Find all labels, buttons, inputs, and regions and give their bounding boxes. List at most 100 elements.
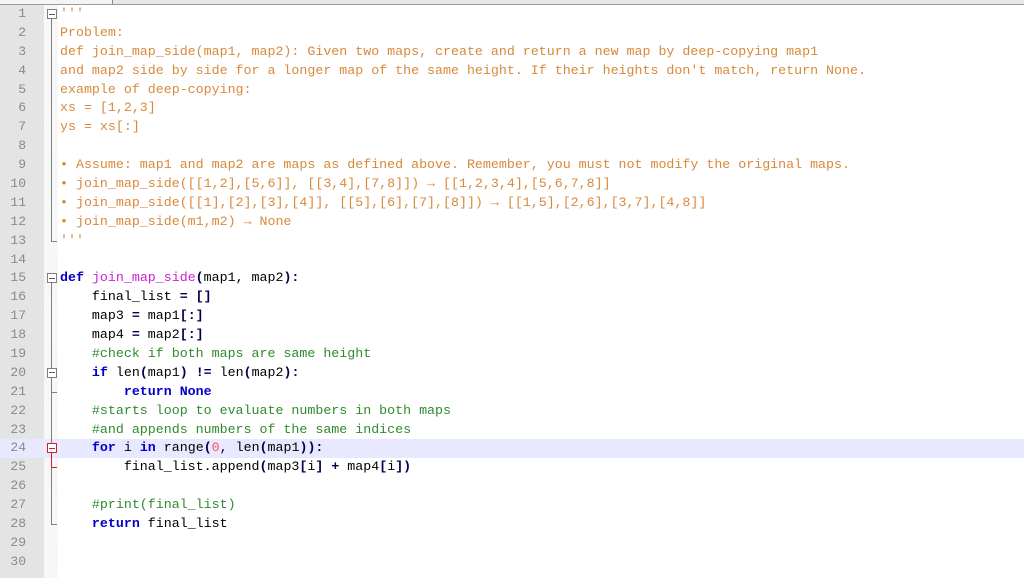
code-text: ''' [60, 232, 84, 251]
fold-line [45, 175, 57, 194]
docstring-token: ys = xs[:] [60, 119, 140, 135]
code-line[interactable]: 25 final_list.append(map3[i] + map4[i]) [0, 458, 1024, 478]
docstring-token: def join_map_side(map1, map2): Given two… [60, 43, 819, 59]
fold-line [45, 477, 57, 497]
code-text: def join_map_side(map1, map2): Given two… [60, 43, 818, 62]
code-line[interactable]: 29 [0, 534, 1024, 553]
code-line[interactable]: 21 return None [0, 382, 1024, 402]
fold-line [45, 345, 57, 364]
code-text: Problem: [60, 24, 124, 43]
code-text: map3 = map1[:] [60, 307, 204, 326]
line-number: 9 [18, 157, 26, 173]
fold-line [45, 288, 57, 308]
code-line[interactable]: 15 def join_map_side(map1, map2): [0, 269, 1024, 299]
code-text: and map2 side by side for a longer map o… [60, 62, 866, 81]
line-number: 6 [18, 100, 26, 116]
code-token: map1 [267, 440, 300, 456]
line-number: 4 [18, 62, 26, 78]
fold-line [45, 61, 57, 81]
code-line[interactable]: 14 [0, 251, 1024, 270]
fold-toggle-icon[interactable] [45, 363, 57, 383]
fold-line [45, 212, 57, 232]
line-number: 20 [10, 364, 26, 380]
line-number: 22 [10, 402, 26, 418]
code-token: i [387, 459, 396, 475]
code-token: ): [283, 270, 300, 286]
code-token: i [115, 440, 140, 456]
line-number: 23 [10, 421, 26, 437]
line-number: 12 [10, 213, 26, 229]
code-editor[interactable]: 1 ''' 2 Problem: 3 def join_map_side(map1, ma… [0, 5, 1024, 572]
line-number: 10 [10, 176, 26, 192]
code-line[interactable]: 9 • Assume: map1 and map2 are maps as def… [0, 156, 1024, 176]
fold-toggle-icon[interactable] [45, 439, 57, 459]
comment-token: #print(final_list) [60, 497, 236, 513]
code-line[interactable]: 16 final_list = [] [0, 288, 1024, 308]
code-line[interactable]: 1 ''' [0, 5, 1024, 34]
code-token: len [107, 364, 140, 380]
code-line[interactable]: 30 [0, 553, 1024, 572]
code-line[interactable]: 22 #starts loop to evaluate numbers in b… [0, 401, 1024, 421]
code-token: final_list.append [60, 459, 260, 475]
docstring-token: ''' [60, 232, 84, 248]
fold-line [45, 401, 57, 421]
fold-line [45, 99, 57, 119]
code-line[interactable]: 5 example of deep-copying: [0, 80, 1024, 100]
code-token: len [211, 364, 244, 380]
code-text: #starts loop to evaluate numbers in both… [60, 402, 451, 421]
code-line[interactable]: 26 [0, 477, 1024, 497]
code-text: ys = xs[:] [60, 118, 140, 137]
fold-line [45, 42, 57, 62]
line-number: 13 [10, 232, 26, 248]
code-text: def join_map_side(map1, map2): [60, 269, 299, 288]
line-number: 30 [10, 553, 26, 569]
fold-toggle-icon[interactable] [45, 5, 57, 34]
line-number: 26 [10, 478, 26, 494]
fold-toggle-icon[interactable] [45, 269, 57, 299]
fold-line [45, 458, 57, 478]
fold-line [45, 231, 57, 251]
code-line[interactable]: 13 ''' [0, 231, 1024, 251]
fold-line [45, 193, 57, 213]
code-text: ''' [60, 5, 84, 24]
code-line[interactable]: 2 Problem: [0, 23, 1024, 43]
code-token: final_list [60, 289, 180, 305]
code-line[interactable]: 28 return final_list [0, 515, 1024, 534]
code-line[interactable]: 20 if len(map1) != len(map2): [0, 363, 1024, 383]
code-line[interactable]: 23 #and appends numbers of the same indi… [0, 420, 1024, 440]
docstring-token: xs = [1,2,3] [60, 100, 156, 116]
code-token: [:] [179, 308, 204, 324]
code-text: #print(final_list) [60, 496, 236, 515]
code-token: ( [139, 364, 148, 380]
comment-token: #check if both maps are same height [60, 346, 372, 362]
docstring-token: and map2 side by side for a longer map o… [60, 62, 866, 78]
code-line[interactable]: 11 • join_map_side([[1],[2],[3],[4]], [[5… [0, 193, 1024, 213]
code-line[interactable]: 6 xs = [1,2,3] [0, 99, 1024, 119]
line-number: 14 [10, 251, 26, 267]
fold-line [45, 496, 57, 516]
code-token: ) [179, 364, 188, 380]
code-line[interactable]: 7 ys = xs[:] [0, 118, 1024, 138]
code-line[interactable]: 10 • join_map_side([[1,2],[5,6]], [[3,4],… [0, 175, 1024, 194]
code-line[interactable]: 19 #check if both maps are same height [0, 345, 1024, 364]
active-tab[interactable] [0, 0, 113, 4]
code-line-current[interactable]: 24 for i in range(0, len(map1)): [0, 439, 1024, 459]
code-line[interactable]: 17 map3 = map1[:] [0, 307, 1024, 327]
code-text: return final_list [60, 515, 228, 534]
code-line[interactable]: 8 [0, 137, 1024, 157]
code-line[interactable]: 4 and map2 side by side for a longer map … [0, 61, 1024, 81]
code-line[interactable]: 27 #print(final_list) [0, 496, 1024, 516]
code-line[interactable]: 18 map4 = map2[:] [0, 326, 1024, 346]
code-text: final_list = [] [60, 288, 212, 307]
line-number: 28 [10, 516, 26, 532]
code-line[interactable]: 3 def join_map_side(map1, map2): Given tw… [0, 42, 1024, 62]
code-line[interactable]: 12 • join_map_side(m1,m2) → None [0, 212, 1024, 232]
line-number: 17 [10, 308, 26, 324]
code-token: map4 [339, 459, 380, 475]
code-text: final_list.append(map3[i] + map4[i]) [60, 458, 411, 477]
